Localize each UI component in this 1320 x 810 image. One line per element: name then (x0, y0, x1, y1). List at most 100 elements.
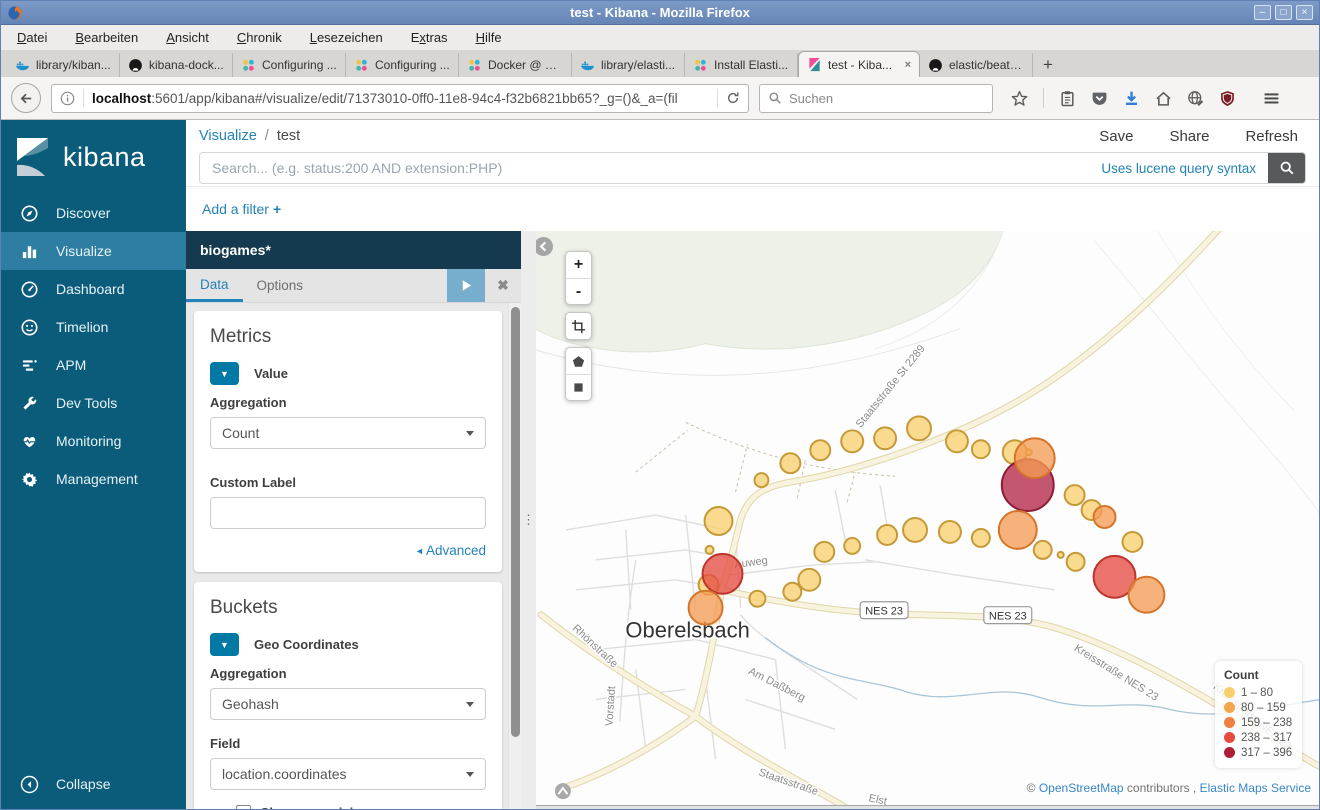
url-text[interactable]: localhost:5601/app/kibana#/visualize/edi… (92, 91, 709, 106)
close-button[interactable]: × (1296, 5, 1313, 20)
lucene-syntax-link[interactable]: Uses lucene query syntax (1101, 161, 1256, 176)
map-bubble[interactable] (706, 546, 714, 554)
map-bubble[interactable] (754, 473, 768, 487)
browser-tab-7[interactable]: Install Elasti... (685, 53, 798, 77)
sidebar-item-visualize[interactable]: Visualize (1, 232, 186, 270)
query-search-button[interactable] (1268, 152, 1305, 184)
menu-chronik[interactable]: Chronik (237, 30, 282, 45)
browser-tab-8[interactable]: test - Kiba...× (798, 51, 920, 77)
field-select[interactable]: location.coordinates (210, 758, 486, 790)
minimize-button[interactable]: – (1254, 5, 1271, 20)
buckets-aggregation-select[interactable]: Geohash (210, 688, 486, 720)
map-bubble[interactable] (689, 591, 723, 625)
tab-data[interactable]: Data (186, 269, 243, 302)
sidebar-item-apm[interactable]: APM (1, 346, 186, 384)
browser-tab-5[interactable]: Docker @ El... (459, 53, 572, 77)
ublock-shield-icon[interactable] (1219, 90, 1236, 107)
sidebar-item-discover[interactable]: Discover (1, 194, 186, 232)
buckets-row-label[interactable]: Geo Coordinates (254, 637, 359, 652)
crop-icon[interactable] (566, 313, 591, 339)
sidebar-item-management[interactable]: Management (1, 460, 186, 498)
map-bubble[interactable] (780, 453, 800, 473)
map-bubble[interactable] (798, 569, 820, 591)
bookmark-star-icon[interactable] (1011, 90, 1028, 107)
map-bubble[interactable] (972, 440, 990, 458)
url-bar[interactable]: localhost:5601/app/kibana#/visualize/edi… (51, 84, 749, 113)
map-bubble[interactable] (810, 440, 830, 460)
scrollbar-thumb[interactable] (511, 307, 520, 737)
map-bubble[interactable] (703, 554, 743, 594)
back-button[interactable] (11, 83, 41, 113)
map-bubble[interactable] (1034, 541, 1052, 559)
globe-extension-icon[interactable] (1187, 90, 1204, 107)
map-visualization[interactable]: Staatsstraße St 2289AuwegAm DaßbergVorst… (536, 231, 1319, 809)
map-bubble[interactable] (844, 538, 860, 554)
zoom-in-button[interactable]: + (566, 252, 591, 278)
zoom-out-button[interactable]: - (566, 278, 591, 304)
browser-tab-1[interactable]: library/kiban... (7, 53, 120, 77)
metrics-aggregation-select[interactable]: Count (210, 417, 486, 449)
browser-tab-4[interactable]: Configuring ... (346, 53, 459, 77)
menu-datei[interactable]: Datei (17, 30, 47, 45)
tab-close-icon[interactable]: × (905, 59, 911, 71)
metrics-toggle-button[interactable]: ▼ (210, 362, 239, 385)
map-bubble[interactable] (1065, 485, 1085, 505)
info-icon[interactable] (60, 91, 75, 106)
menu-bearbeiten[interactable]: Bearbeiten (75, 30, 138, 45)
new-tab-button[interactable]: + (1033, 53, 1063, 77)
map-bubble[interactable] (939, 521, 961, 543)
map-bubble[interactable] (749, 591, 765, 607)
map-bubble[interactable] (946, 430, 968, 452)
hamburger-menu-icon[interactable] (1263, 90, 1280, 107)
query-input[interactable] (200, 160, 1101, 176)
sidebar-item-dev-tools[interactable]: Dev Tools (1, 384, 186, 422)
map-bubble[interactable] (783, 583, 801, 601)
pocket-icon[interactable] (1091, 90, 1108, 107)
maximize-button[interactable]: □ (1275, 5, 1292, 20)
tab-options[interactable]: Options (243, 269, 318, 302)
precision-checkbox[interactable]: ✓ (236, 805, 251, 809)
save-button[interactable]: Save (1099, 128, 1133, 145)
map-bubble[interactable] (874, 427, 896, 449)
menu-hilfe[interactable]: Hilfe (476, 30, 502, 45)
map-canvas[interactable]: Staatsstraße St 2289AuwegAm DaßbergVorst… (536, 231, 1319, 809)
map-panel-collapse-icon[interactable] (536, 237, 553, 256)
map-bubble[interactable] (705, 507, 733, 535)
metrics-row-label[interactable]: Value (254, 366, 288, 381)
buckets-toggle-button[interactable]: ▼ (210, 633, 239, 656)
map-bubble[interactable] (1067, 553, 1085, 571)
apply-changes-button[interactable] (447, 269, 485, 302)
map-bubble[interactable] (972, 529, 990, 547)
map-bubble[interactable] (1123, 532, 1143, 552)
share-button[interactable]: Share (1169, 128, 1209, 145)
clipboard-icon[interactable] (1059, 90, 1076, 107)
sidebar-item-dashboard[interactable]: Dashboard (1, 270, 186, 308)
menu-lesezeichen[interactable]: Lesezeichen (310, 30, 383, 45)
reload-icon[interactable] (726, 91, 740, 105)
map-bubble[interactable] (1015, 438, 1055, 478)
kibana-logo[interactable]: kibana (1, 120, 186, 194)
map-bubble[interactable] (841, 430, 863, 452)
map-bubble[interactable] (1128, 577, 1164, 613)
horizontal-scrollbar[interactable] (536, 805, 1319, 809)
home-icon[interactable] (1155, 90, 1172, 107)
browser-tab-9[interactable]: elastic/beats... (920, 53, 1033, 77)
sidebar-item-monitoring[interactable]: Monitoring (1, 422, 186, 460)
window-titlebar[interactable]: test - Kibana - Mozilla Firefox –□× (1, 1, 1319, 25)
draw-polygon-icon[interactable] (566, 348, 591, 374)
panel-scrollbar[interactable] (508, 303, 521, 809)
map-bubble[interactable] (999, 511, 1037, 549)
menu-extras[interactable]: Extras (411, 30, 448, 45)
browser-tab-6[interactable]: library/elasti... (572, 53, 685, 77)
map-bubble[interactable] (814, 542, 834, 562)
ems-link[interactable]: Elastic Maps Service (1200, 781, 1311, 795)
osm-link[interactable]: OpenStreetMap (1039, 781, 1124, 795)
draw-rectangle-icon[interactable] (566, 374, 591, 400)
map-bubble[interactable] (1094, 506, 1116, 528)
sidebar-collapse-button[interactable]: Collapse (1, 759, 186, 809)
sidebar-item-timelion[interactable]: Timelion (1, 308, 186, 346)
map-bubble[interactable] (907, 416, 931, 440)
breadcrumb-visualize-link[interactable]: Visualize (199, 128, 257, 144)
custom-label-input[interactable] (210, 497, 486, 529)
panel-resize-handle[interactable]: ⋮ (521, 231, 536, 809)
